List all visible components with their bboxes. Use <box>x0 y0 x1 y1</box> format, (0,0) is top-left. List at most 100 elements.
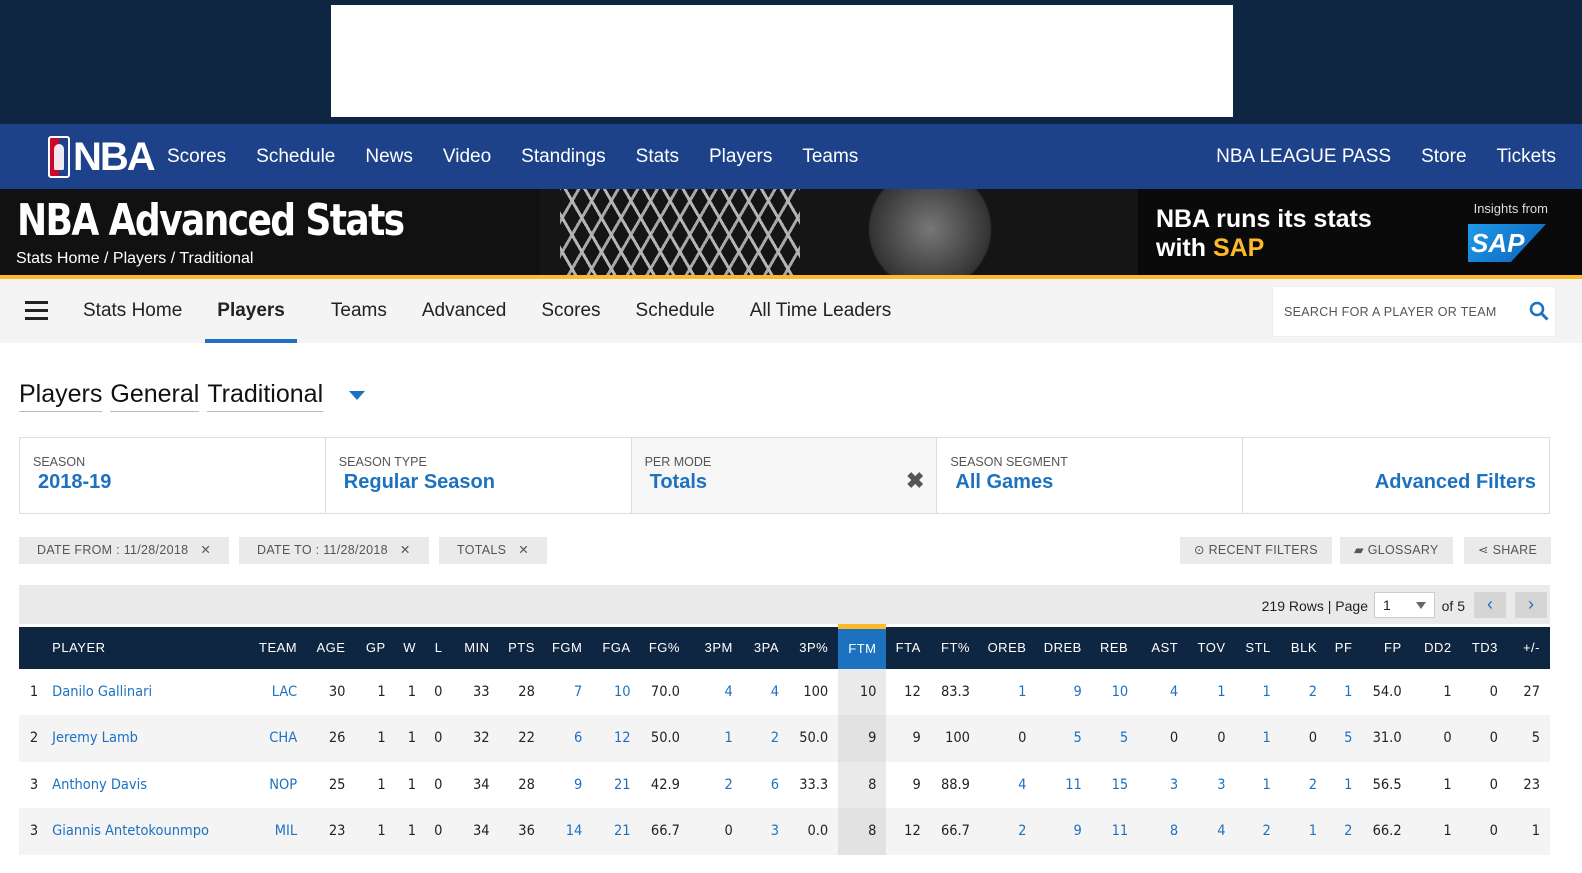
column-header-l[interactable]: L <box>426 626 453 669</box>
column-header-min[interactable]: MIN <box>452 626 500 669</box>
stat-cell-3pa[interactable]: 3 <box>742 808 790 855</box>
advanced-filters-link[interactable]: Advanced Filters <box>1375 471 1536 494</box>
column-header-ft[interactable]: FT% <box>930 626 980 669</box>
tab-advanced[interactable]: Advanced <box>422 279 507 343</box>
tab-scores[interactable]: Scores <box>541 279 600 343</box>
chip-date-to[interactable]: DATE TO : 11/28/2018 ✕ <box>239 537 429 564</box>
column-header-tov[interactable]: TOV <box>1188 626 1236 669</box>
stat-cell-pf[interactable]: 2 <box>1327 808 1363 855</box>
column-header-[interactable]: +/- <box>1507 626 1550 669</box>
stat-cell-reb[interactable]: 10 <box>1092 669 1138 716</box>
stat-cell-3pa[interactable]: 6 <box>743 762 789 809</box>
player-name-link[interactable]: Giannis Antetokounmpo <box>52 808 250 855</box>
stat-cell-dreb[interactable]: 5 <box>1036 715 1092 762</box>
stat-cell-pf[interactable]: 5 <box>1327 715 1363 762</box>
column-header-3p[interactable]: 3P% <box>789 626 839 669</box>
stat-cell-team[interactable]: LAC <box>250 669 307 716</box>
column-header-age[interactable]: AGE <box>307 626 356 669</box>
next-page-button[interactable]: › <box>1515 592 1547 618</box>
global-nav-schedule[interactable]: Schedule <box>256 146 335 168</box>
column-header-fga[interactable]: FGA <box>592 626 641 669</box>
global-nav-news[interactable]: News <box>365 146 413 168</box>
stat-cell-3pm[interactable]: 1 <box>689 715 743 762</box>
stat-cell-ast[interactable]: 3 <box>1138 762 1188 809</box>
player-name-link[interactable]: Anthony Davis <box>52 762 250 809</box>
filter-season-segment[interactable]: SEASON SEGMENT All Games <box>937 438 1244 513</box>
filter-value[interactable]: All Games <box>955 471 1053 494</box>
column-header-reb[interactable]: REB <box>1091 626 1139 669</box>
breadcrumb[interactable]: Stats Home / Players / Traditional <box>16 250 253 268</box>
column-header-fta[interactable]: FTA <box>886 626 931 669</box>
stat-cell-stl[interactable]: 2 <box>1235 808 1281 855</box>
tab-all-time-leaders[interactable]: All Time Leaders <box>750 279 892 343</box>
stat-cell-reb[interactable]: 15 <box>1092 762 1138 809</box>
column-header-3pm[interactable]: 3PM <box>689 626 743 669</box>
column-header-player[interactable]: PLAYER <box>52 626 250 669</box>
sap-promo[interactable]: NBA runs its stats with SAP Insights fro… <box>1138 189 1582 275</box>
glossary-button[interactable]: ▰ GLOSSARY <box>1340 537 1453 564</box>
column-header-pts[interactable]: PTS <box>499 626 545 669</box>
column-header-td3[interactable]: TD3 <box>1461 626 1508 669</box>
column-header-gp[interactable]: GP <box>355 626 396 669</box>
title-category-select[interactable]: Players <box>19 380 103 412</box>
tab-schedule[interactable]: Schedule <box>636 279 715 343</box>
close-icon[interactable]: ✕ <box>400 543 411 557</box>
column-header-fp[interactable]: FP <box>1362 626 1412 669</box>
column-header-fg[interactable]: FG% <box>640 626 690 669</box>
global-nav-nba-league-pass[interactable]: NBA LEAGUE PASS <box>1216 146 1391 168</box>
filter-value[interactable]: Totals <box>650 471 707 494</box>
stat-cell-fga[interactable]: 12 <box>592 715 641 762</box>
column-header-dreb[interactable]: DREB <box>1036 626 1092 669</box>
global-nav-tickets[interactable]: Tickets <box>1497 146 1556 168</box>
column-header-fgm[interactable]: FGM <box>544 626 593 669</box>
filter-per-mode[interactable]: PER MODE Totals ✖ <box>631 438 938 513</box>
stat-cell-oreb[interactable]: 4 <box>980 762 1036 809</box>
banner-title[interactable]: NBA Advanced Stats <box>17 195 405 246</box>
stat-cell-pf[interactable]: 1 <box>1327 762 1362 809</box>
chip-totals[interactable]: TOTALS ✕ <box>439 537 548 564</box>
filter-value[interactable]: Regular Season <box>344 471 495 494</box>
stat-cell-dreb[interactable]: 9 <box>1036 808 1092 855</box>
stat-cell-3pa[interactable]: 2 <box>742 715 790 762</box>
stat-cell-blk[interactable]: 2 <box>1281 669 1327 716</box>
clear-filter-icon[interactable]: ✖ <box>906 468 924 494</box>
column-header-stl[interactable]: STL <box>1235 626 1281 669</box>
filter-season[interactable]: SEASON 2018-19 <box>20 438 326 513</box>
stat-cell-fgm[interactable]: 6 <box>544 715 593 762</box>
stat-cell-fga[interactable]: 10 <box>592 669 640 716</box>
stat-cell-fgm[interactable]: 14 <box>544 808 593 855</box>
column-header-dd2[interactable]: DD2 <box>1411 626 1462 669</box>
column-header-3pa[interactable]: 3PA <box>742 626 790 669</box>
stat-cell-reb[interactable]: 5 <box>1091 715 1139 762</box>
column-header-w[interactable]: W <box>395 626 427 669</box>
search-input[interactable] <box>1273 287 1513 336</box>
recent-filters-button[interactable]: ⊙ RECENT FILTERS <box>1180 537 1332 564</box>
hamburger-menu-icon[interactable] <box>25 301 48 321</box>
global-nav-scores[interactable]: Scores <box>167 146 226 168</box>
stat-cell-fgm[interactable]: 9 <box>545 762 592 809</box>
column-header-blk[interactable]: BLK <box>1280 626 1327 669</box>
stat-cell-blk[interactable]: 1 <box>1280 808 1327 855</box>
global-nav-players[interactable]: Players <box>709 146 772 168</box>
title-type-select[interactable]: General <box>110 380 200 412</box>
stat-cell-fga[interactable]: 21 <box>592 808 641 855</box>
stat-cell-team[interactable]: NOP <box>250 762 307 809</box>
page-select[interactable]: 1 <box>1374 592 1435 618</box>
stat-cell-stl[interactable]: 1 <box>1236 762 1281 809</box>
stat-cell-oreb[interactable]: 1 <box>980 669 1036 716</box>
chip-date-from[interactable]: DATE FROM : 11/28/2018 ✕ <box>19 537 230 564</box>
stat-cell-fgm[interactable]: 7 <box>545 669 592 716</box>
prev-page-button[interactable]: ‹ <box>1474 592 1506 618</box>
global-nav-stats[interactable]: Stats <box>636 146 679 168</box>
chevron-down-icon[interactable] <box>349 390 366 400</box>
close-icon[interactable]: ✕ <box>200 543 211 557</box>
title-measure-select[interactable]: Traditional <box>207 380 324 412</box>
ad-slot[interactable] <box>331 5 1233 117</box>
stat-cell-stl[interactable]: 1 <box>1236 669 1281 716</box>
stat-cell-dreb[interactable]: 9 <box>1036 669 1091 716</box>
column-header-ast[interactable]: AST <box>1138 626 1189 669</box>
search-icon[interactable] <box>1529 301 1549 321</box>
stat-cell-3pa[interactable]: 4 <box>743 669 789 716</box>
stat-cell-tov[interactable]: 4 <box>1188 808 1236 855</box>
stat-cell-tov[interactable]: 1 <box>1188 669 1235 716</box>
